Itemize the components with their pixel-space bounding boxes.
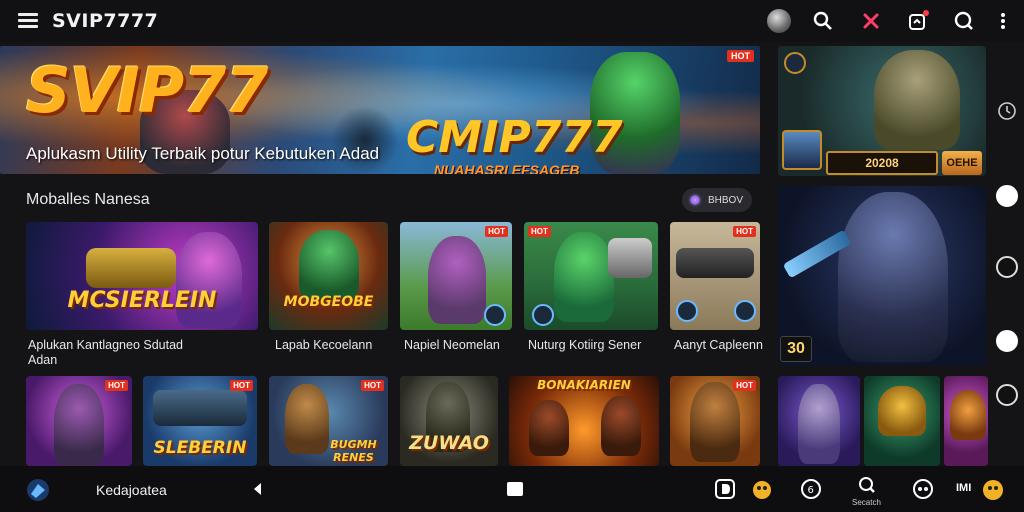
game-card-10[interactable]: BONAKIARIEN — [509, 376, 659, 466]
card-character — [878, 386, 926, 436]
notification-badge — [923, 10, 929, 16]
profile-caption: IMI — [956, 482, 972, 494]
svg-text:6: 6 — [808, 485, 814, 496]
app-title: SVIP7777 — [52, 10, 159, 32]
home-icon[interactable] — [504, 478, 526, 500]
hot-tag: HOT — [105, 380, 128, 391]
card-logo: MOBGEOBE — [283, 294, 374, 310]
hero-subtitle: NUAHASRI EFSAGEB — [434, 162, 580, 174]
back-icon[interactable] — [246, 478, 268, 500]
score-display: 20208 — [826, 151, 938, 175]
card-character — [176, 232, 242, 328]
card-title[interactable]: Aanyt Capleenn — [674, 338, 763, 353]
coin-icon — [688, 193, 702, 207]
card-logo: ZUWAO — [409, 432, 489, 454]
card-title[interactable]: Nuturg Kotiirg Sener — [528, 338, 641, 353]
user-avatar[interactable] — [766, 8, 792, 34]
claim-button[interactable]: OEHE — [942, 151, 982, 175]
info-icon[interactable] — [996, 330, 1018, 352]
help-icon[interactable]: 6 — [800, 478, 822, 500]
bottom-bar: Kedajoatea 6 Secatch IMI — [0, 466, 1024, 512]
card-platform-icon — [484, 304, 506, 326]
settings-icon[interactable] — [996, 384, 1018, 406]
hot-badge: HOT — [727, 50, 754, 62]
game-card-13[interactable] — [864, 376, 940, 466]
card-logo: SLEBERIN — [153, 438, 247, 458]
item-thumbnail — [782, 130, 822, 170]
card-weapon — [676, 248, 754, 278]
game-card-8[interactable]: BUGMH RENES HOT — [269, 376, 388, 466]
view-all-button[interactable]: BHBOV — [682, 188, 752, 212]
card-character — [690, 382, 740, 462]
card-logo: BUGMH RENES — [330, 438, 377, 464]
card-platform-icon — [734, 300, 756, 322]
hot-tag: HOT — [733, 380, 756, 391]
view-all-label: BHBOV — [708, 194, 744, 206]
search-alt-icon[interactable] — [951, 8, 977, 34]
hot-tag: HOT — [733, 226, 756, 237]
bottom-label: Kedajoatea — [96, 482, 167, 498]
profile-mascot-icon[interactable] — [978, 478, 1008, 500]
game-card-12[interactable] — [778, 376, 860, 466]
hero-banner[interactable]: SVIP77 CMIP777 NUAHASRI EFSAGEB Aplukasm… — [0, 46, 760, 174]
game-card-14[interactable] — [944, 376, 988, 466]
hero-logo-left: SVIP77 — [26, 54, 268, 127]
game-card-9[interactable]: ZUWAO — [400, 376, 498, 466]
game-card-11[interactable]: HOT — [670, 376, 760, 466]
card-character — [529, 400, 569, 456]
game-card-1[interactable]: MCSIERLEIN — [26, 222, 258, 330]
more-icon[interactable] — [990, 8, 1016, 34]
search-icon[interactable] — [856, 474, 878, 496]
card-weapon — [86, 248, 176, 288]
side-rail — [990, 80, 1024, 464]
game-card-6[interactable]: HOT — [26, 376, 132, 466]
card-character — [554, 232, 614, 322]
card-character — [838, 192, 948, 362]
card-platform-icon — [532, 304, 554, 326]
top-bar: SVIP7777 — [0, 0, 1024, 42]
hero-tagline: Aplukasm Utility Terbaik potur Kebutuken… — [26, 144, 380, 163]
mascot-icon[interactable] — [748, 478, 776, 500]
hero-logo-right: CMIP777 — [406, 112, 623, 163]
card-character — [601, 396, 641, 456]
search-caption: Secatch — [852, 498, 881, 507]
card-character — [798, 384, 840, 464]
gamepad-icon[interactable] — [912, 478, 934, 500]
card-character — [299, 230, 359, 300]
card-title[interactable]: Lapab Kecoelann — [275, 338, 372, 353]
hot-tag: HOT — [485, 226, 508, 237]
card-weapon — [608, 238, 652, 278]
card-character — [950, 390, 986, 440]
notification-icon[interactable] — [905, 8, 931, 34]
radio-icon[interactable] — [996, 256, 1018, 278]
history-icon[interactable] — [996, 100, 1018, 122]
pin-icon[interactable] — [858, 8, 884, 34]
d-icon[interactable] — [714, 478, 736, 500]
game-card-5[interactable]: HOT — [670, 222, 760, 330]
card-character — [874, 50, 960, 150]
card-title[interactable]: Aplukan Kantlagneo Sdutad Adan — [28, 338, 260, 368]
card-logo: BONAKIARIEN — [537, 378, 631, 392]
game-card-4[interactable]: HOT — [524, 222, 658, 330]
power-icon — [784, 52, 806, 74]
card-platform-icon — [676, 300, 698, 322]
section-title: Moballes Nanesa — [26, 191, 150, 208]
card-title[interactable]: Napiel Neomelan — [404, 338, 500, 353]
toggle-icon[interactable] — [996, 185, 1018, 207]
hot-tag: HOT — [361, 380, 384, 391]
hot-tag: HOT — [528, 226, 551, 237]
level-badge: 30 — [780, 336, 812, 362]
game-card-3[interactable]: HOT — [400, 222, 512, 330]
game-card-2[interactable]: MOBGEOBE — [269, 222, 388, 330]
card-character — [428, 236, 486, 324]
app-logo-icon[interactable] — [24, 476, 52, 504]
card-weapon — [153, 390, 247, 426]
search-icon[interactable] — [810, 8, 836, 34]
card-logo: MCSIERLEIN — [67, 288, 217, 313]
game-card-7[interactable]: SLEBERIN HOT — [143, 376, 257, 466]
hot-tag: HOT — [230, 380, 253, 391]
menu-icon[interactable] — [18, 13, 38, 29]
card-character — [54, 384, 104, 466]
